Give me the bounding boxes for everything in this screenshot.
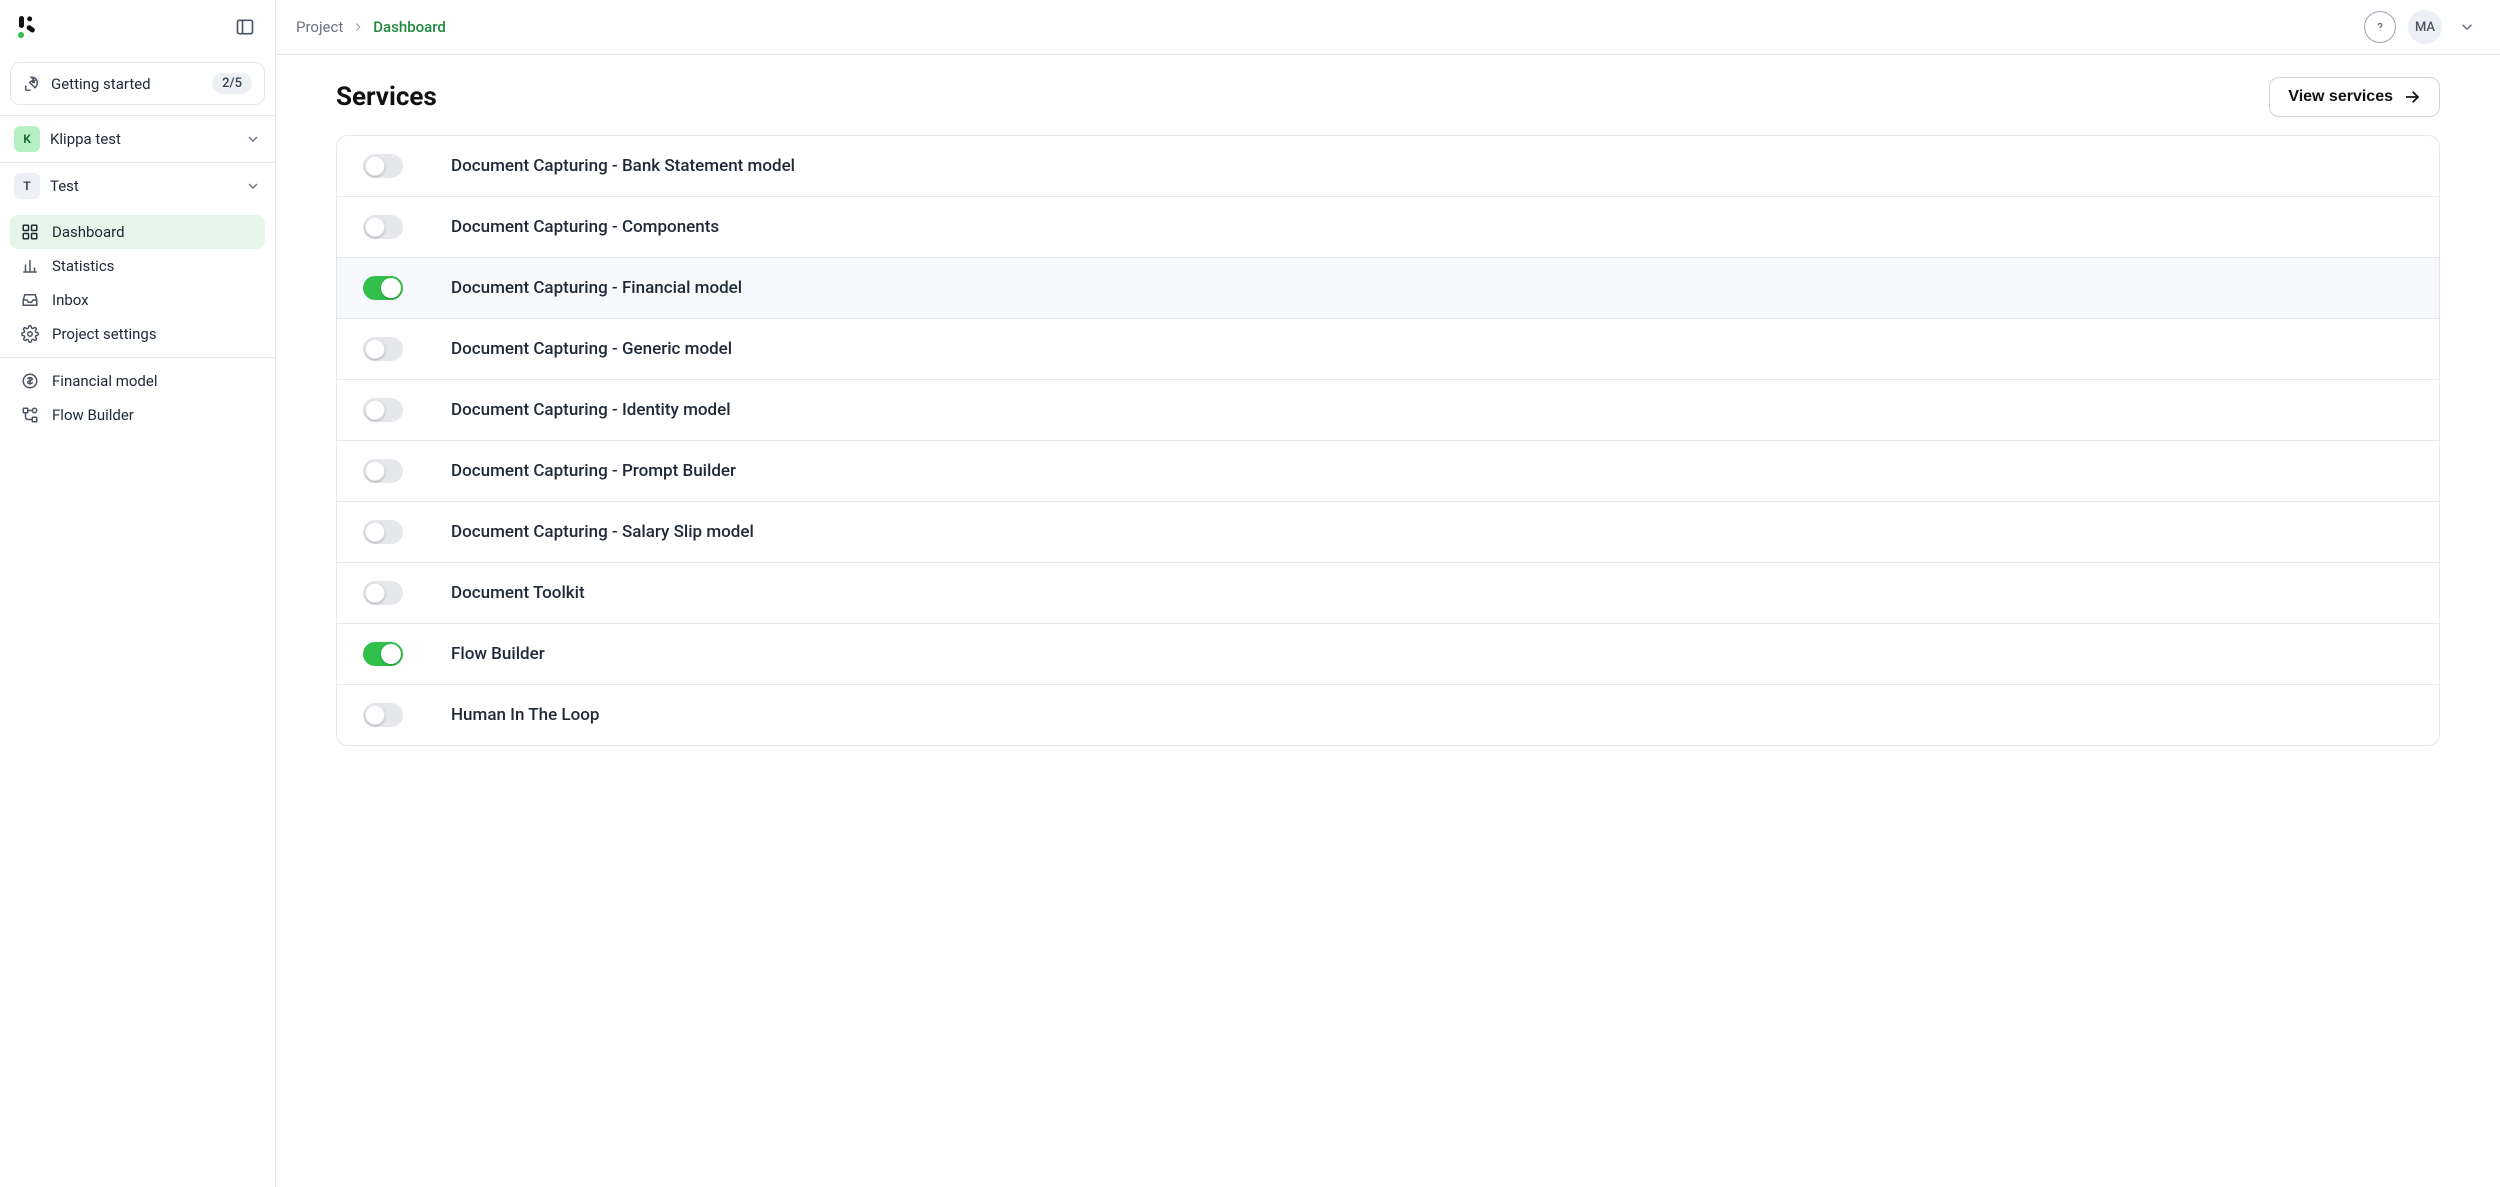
service-toggle[interactable]: [363, 520, 403, 544]
service-row: Document Capturing - Financial model: [337, 258, 2439, 319]
service-toggle[interactable]: [363, 215, 403, 239]
nav-dashboard[interactable]: Dashboard: [10, 215, 265, 249]
nav-flow-builder[interactable]: Flow Builder: [10, 398, 265, 432]
nav-label: Flow Builder: [52, 406, 134, 424]
breadcrumb-root[interactable]: Project: [296, 18, 343, 36]
service-toggle[interactable]: [363, 398, 403, 422]
service-toggle[interactable]: [363, 459, 403, 483]
view-services-button[interactable]: View services: [2269, 77, 2440, 117]
breadcrumb: Project Dashboard: [296, 18, 446, 36]
view-services-label: View services: [2288, 88, 2393, 106]
service-label: Document Capturing - Generic model: [451, 339, 732, 359]
org-name: Klippa test: [50, 130, 121, 148]
topbar: Project Dashboard MA: [276, 0, 2500, 55]
services-list: Document Capturing - Bank Statement mode…: [336, 135, 2440, 746]
getting-started-progress: 2/5: [212, 73, 252, 94]
service-row: Document Capturing - Prompt Builder: [337, 441, 2439, 502]
nav-financial-model[interactable]: Financial model: [10, 364, 265, 398]
project-switcher[interactable]: T Test: [0, 163, 275, 209]
primary-nav: Dashboard Statistics Inbox: [0, 209, 275, 357]
breadcrumb-current[interactable]: Dashboard: [373, 18, 446, 36]
service-label: Human In The Loop: [451, 705, 599, 725]
secondary-nav: Financial model Flow Builder: [0, 358, 275, 438]
chevron-right-icon: [351, 20, 365, 34]
service-label: Document Capturing - Salary Slip model: [451, 522, 754, 542]
nav-statistics[interactable]: Statistics: [10, 249, 265, 283]
service-row: Document Capturing - Components: [337, 197, 2439, 258]
service-toggle[interactable]: [363, 337, 403, 361]
project-avatar: T: [14, 173, 40, 199]
service-label: Flow Builder: [451, 644, 545, 664]
nav-project-settings[interactable]: Project settings: [10, 317, 265, 351]
arrow-right-icon: [2403, 88, 2421, 106]
getting-started-card[interactable]: Getting started 2/5: [10, 62, 265, 105]
flow-icon: [20, 406, 40, 424]
service-row: Human In The Loop: [337, 685, 2439, 745]
service-row: Document Capturing - Salary Slip model: [337, 502, 2439, 563]
service-toggle[interactable]: [363, 581, 403, 605]
nav-inbox[interactable]: Inbox: [10, 283, 265, 317]
nav-label: Dashboard: [52, 223, 125, 241]
service-row: Document Toolkit: [337, 563, 2439, 624]
service-label: Document Toolkit: [451, 583, 585, 603]
user-avatar[interactable]: MA: [2408, 10, 2442, 44]
service-label: Document Capturing - Components: [451, 217, 719, 237]
getting-started-label: Getting started: [51, 75, 151, 93]
service-row: Document Capturing - Bank Statement mode…: [337, 136, 2439, 197]
service-toggle[interactable]: [363, 276, 403, 300]
sidebar-collapse-button[interactable]: [229, 11, 261, 43]
chevron-down-icon: [245, 178, 261, 194]
bar-chart-icon: [20, 257, 40, 275]
service-row: Document Capturing - Generic model: [337, 319, 2439, 380]
service-row: Flow Builder: [337, 624, 2439, 685]
project-name: Test: [50, 177, 79, 195]
service-label: Document Capturing - Bank Statement mode…: [451, 156, 795, 176]
org-switcher[interactable]: K Klippa test: [0, 116, 275, 162]
grid-icon: [20, 223, 40, 241]
sidebar: Getting started 2/5 K Klippa test T Test: [0, 0, 276, 1187]
service-toggle[interactable]: [363, 703, 403, 727]
service-label: Document Capturing - Prompt Builder: [451, 461, 736, 481]
service-label: Document Capturing - Financial model: [451, 278, 742, 298]
user-menu-toggle[interactable]: [2454, 14, 2480, 40]
services-heading: Services: [336, 82, 437, 112]
nav-label: Project settings: [52, 325, 157, 343]
service-label: Document Capturing - Identity model: [451, 400, 731, 420]
rocket-icon: [23, 75, 41, 93]
nav-label: Financial model: [52, 372, 157, 390]
nav-label: Inbox: [52, 291, 89, 309]
inbox-icon: [20, 291, 40, 309]
dollar-circle-icon: [20, 372, 40, 390]
service-toggle[interactable]: [363, 154, 403, 178]
nav-label: Statistics: [52, 257, 114, 275]
service-toggle[interactable]: [363, 642, 403, 666]
help-button[interactable]: [2364, 11, 2396, 43]
chevron-down-icon: [245, 131, 261, 147]
logo: [14, 13, 42, 41]
service-row: Document Capturing - Identity model: [337, 380, 2439, 441]
org-avatar: K: [14, 126, 40, 152]
gear-icon: [20, 325, 40, 343]
